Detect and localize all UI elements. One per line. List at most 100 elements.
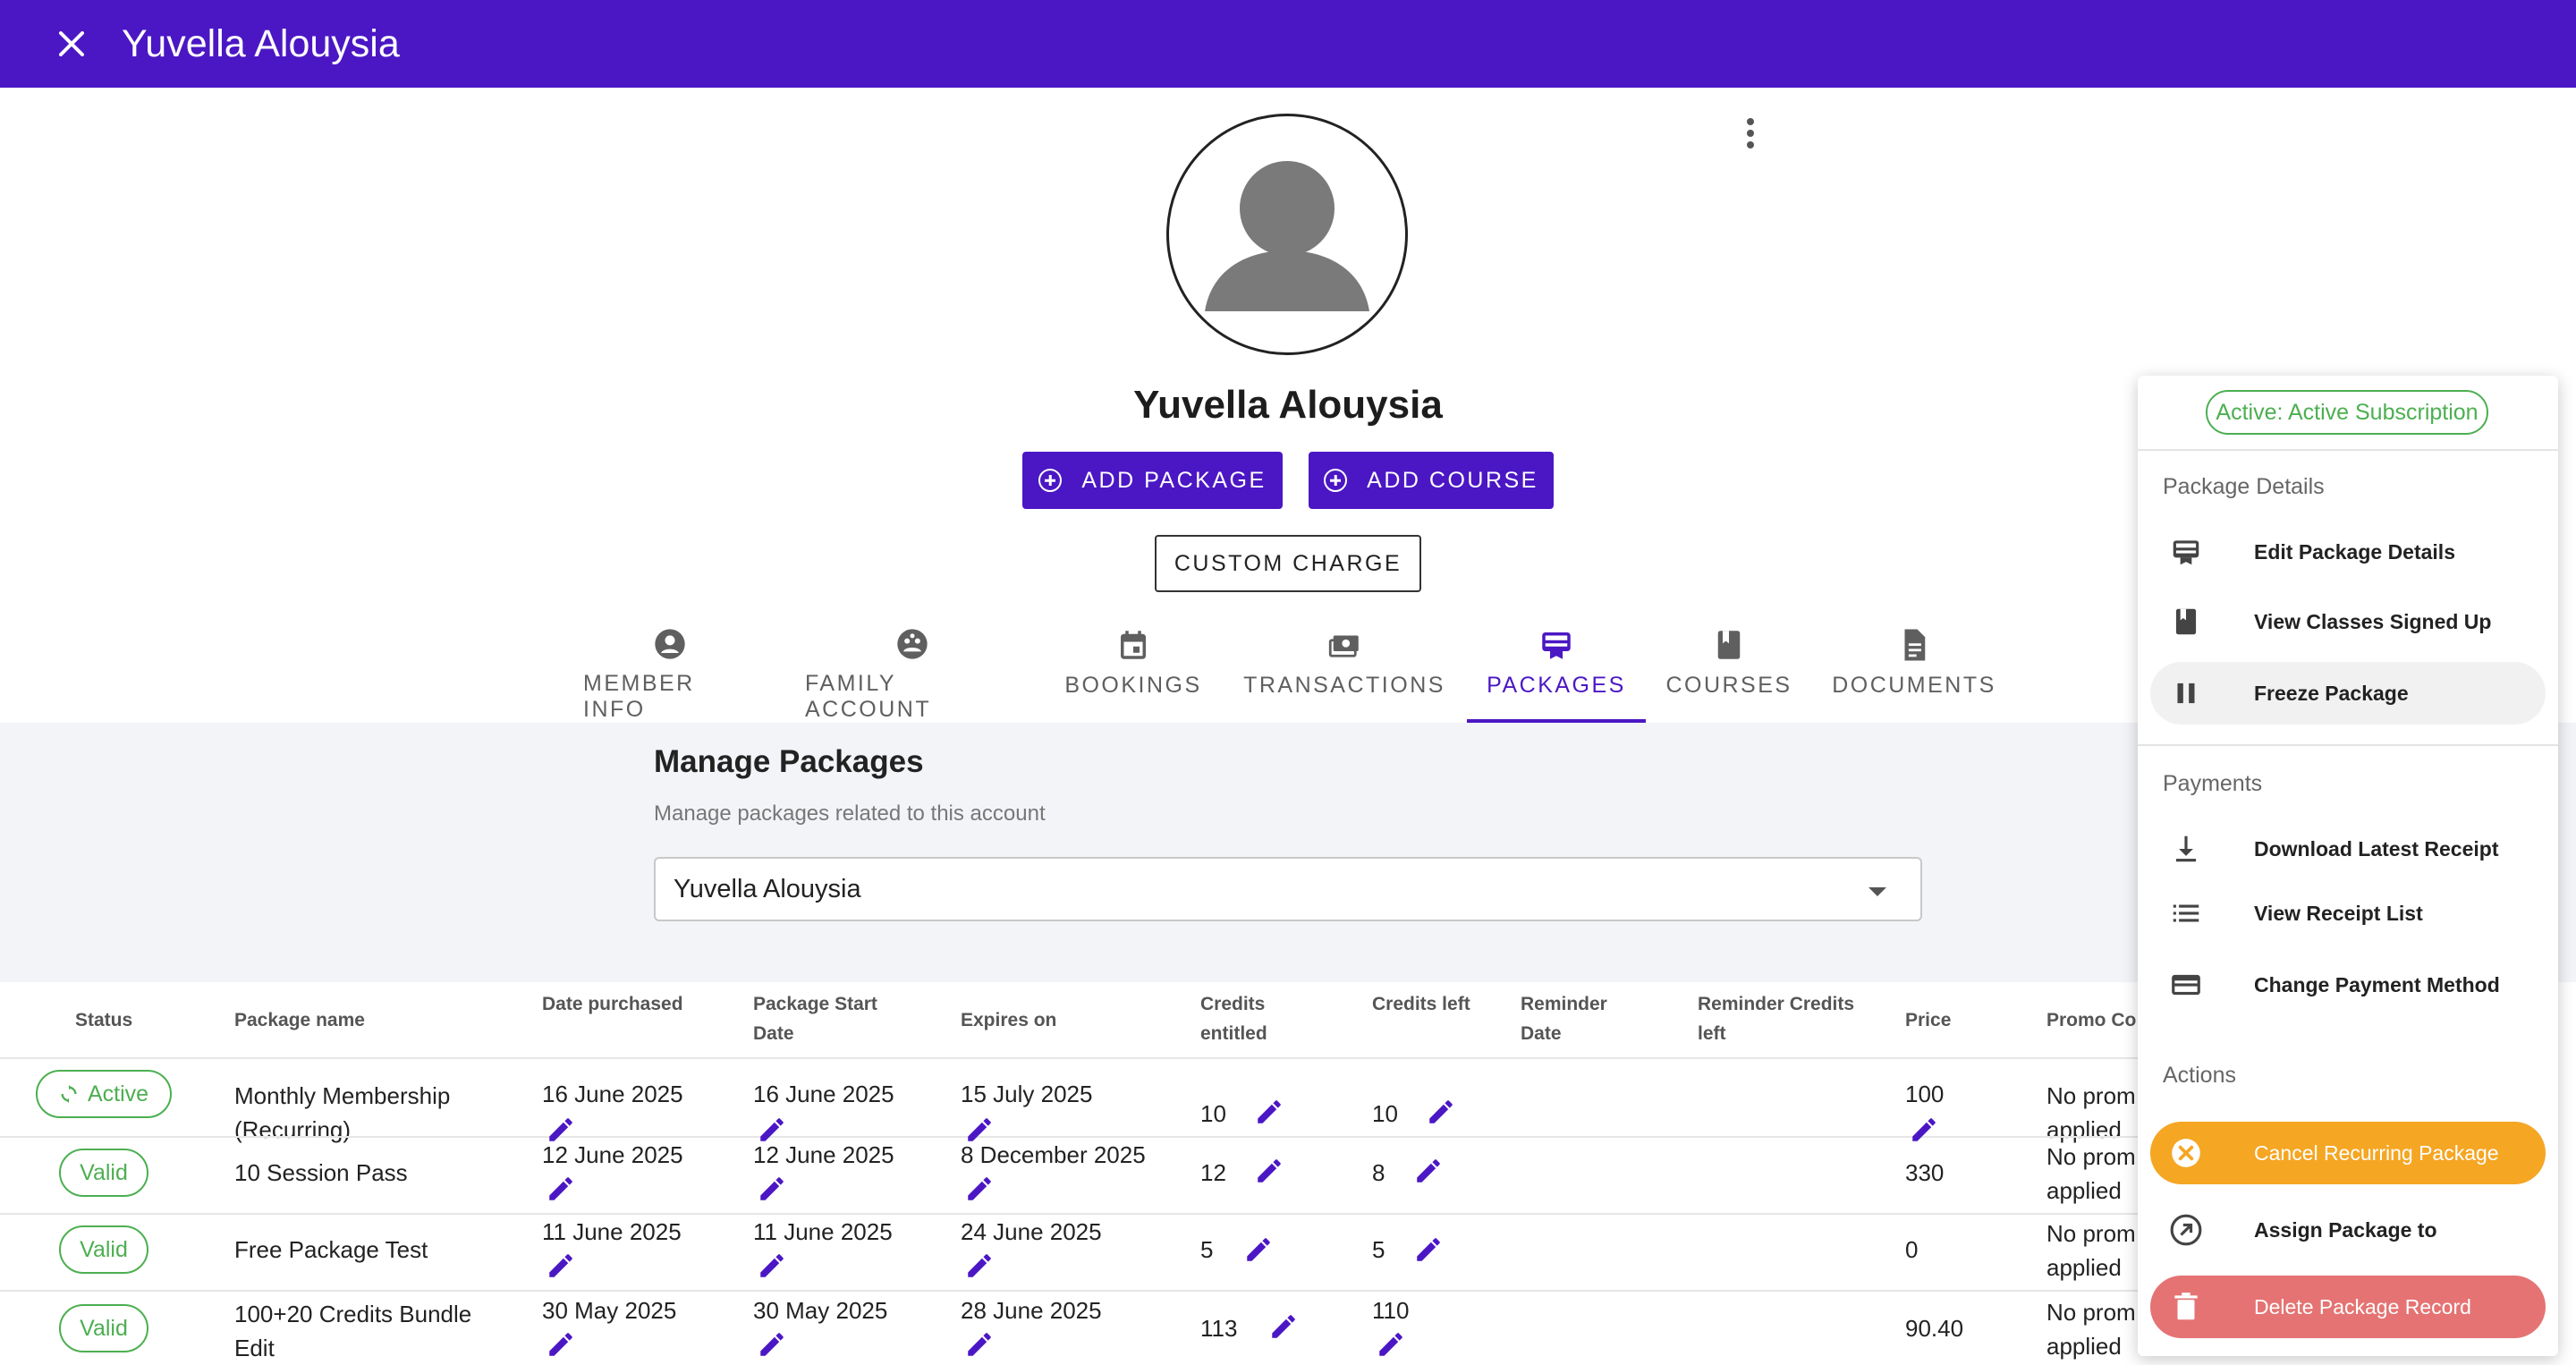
download-receipt-item[interactable]: Download Latest Receipt <box>2150 818 2546 880</box>
package-name-line2: Edit <box>234 1335 275 1361</box>
edit-pencil-icon[interactable] <box>964 1174 995 1204</box>
view-classes-item[interactable]: View Classes Signed Up <box>2150 590 2546 653</box>
date-purchased: 11 June 2025 <box>542 1218 682 1245</box>
tab-packages[interactable]: PACKAGES <box>1467 617 1646 723</box>
edit-pencil-icon[interactable] <box>546 1329 576 1360</box>
view-receipt-list-item[interactable]: View Receipt List <box>2150 882 2546 945</box>
credits-left: 110 <box>1372 1297 1410 1324</box>
subscription-status-badge: Active: Active Subscription <box>2206 390 2488 435</box>
status-badge: Valid <box>59 1304 148 1352</box>
column-header[interactable]: Date purchased <box>542 989 703 1019</box>
package-name: Free Package Test <box>234 1236 428 1263</box>
divider <box>0 1057 2147 1059</box>
member-select[interactable]: Yuvella Alouysia <box>654 857 1922 921</box>
add-course-button[interactable]: ADD COURSE <box>1309 452 1554 509</box>
column-header[interactable]: Package name <box>234 1005 365 1035</box>
package-name: 10 Session Pass <box>234 1159 408 1186</box>
edit-pencil-icon[interactable] <box>1426 1097 1456 1127</box>
credits-left: 5 <box>1372 1236 1385 1263</box>
edit-pencil-icon[interactable] <box>1413 1234 1444 1265</box>
card-icon <box>2173 540 2199 565</box>
column-header[interactable]: Price <box>1905 1005 1951 1035</box>
document-icon <box>1904 629 1926 661</box>
pause-icon <box>2177 682 2195 704</box>
edit-pencil-icon[interactable] <box>757 1251 787 1281</box>
edit-pencil-icon[interactable] <box>546 1251 576 1281</box>
close-icon[interactable] <box>54 26 89 62</box>
edit-pencil-icon[interactable] <box>757 1174 787 1204</box>
family-icon <box>897 629 928 659</box>
tab-documents[interactable]: DOCUMENTS <box>1832 617 1995 723</box>
custom-charge-button[interactable]: CUSTOM CHARGE <box>1155 535 1421 592</box>
price: 0 <box>1905 1236 1919 1263</box>
delete-package-record-button[interactable]: Delete Package Record <box>2150 1276 2546 1338</box>
status-badge: Valid <box>59 1149 148 1197</box>
freeze-package-item[interactable]: Freeze Package <box>2150 662 2546 725</box>
credits-entitled: 5 <box>1200 1236 1214 1263</box>
tab-transactions[interactable]: TRANSACTIONS <box>1243 617 1443 723</box>
highlight-box <box>2139 940 2557 1039</box>
credits-left: 8 <box>1372 1159 1385 1186</box>
tab-bookings[interactable]: BOOKINGS <box>1064 617 1199 723</box>
tab-family-account[interactable]: FAMILY ACCOUNT <box>805 617 1020 723</box>
edit-pencil-icon[interactable] <box>1243 1234 1274 1265</box>
assign-package-item[interactable]: Assign Package to <box>2150 1199 2546 1261</box>
divider <box>2138 744 2558 746</box>
download-icon <box>2175 835 2197 862</box>
cancel-icon <box>2172 1139 2200 1167</box>
edit-pencil-icon[interactable] <box>1268 1311 1299 1342</box>
edit-pencil-icon[interactable] <box>1254 1097 1284 1127</box>
date-purchased: 16 June 2025 <box>542 1081 683 1107</box>
tab-courses[interactable]: COURSES <box>1665 617 1790 723</box>
more-options-icon[interactable] <box>1740 118 1761 150</box>
edit-package-details-item[interactable]: Edit Package Details <box>2150 521 2546 583</box>
edit-pencil-icon[interactable] <box>964 1251 995 1281</box>
tab-member-info[interactable]: MEMBER INFO <box>583 617 757 723</box>
chevron-down-icon <box>1868 887 1886 896</box>
payments-icon <box>1328 635 1359 657</box>
edit-pencil-icon[interactable] <box>546 1174 576 1204</box>
start-date: 11 June 2025 <box>753 1218 893 1245</box>
edit-pencil-icon[interactable] <box>964 1115 995 1145</box>
column-header[interactable]: Credits entitled <box>1200 989 1290 1048</box>
account-circle-icon <box>655 629 685 659</box>
price: 330 <box>1905 1159 1945 1186</box>
edit-pencil-icon[interactable] <box>546 1115 576 1145</box>
top-bar: Yuvella Alouysia <box>0 0 2576 88</box>
column-header[interactable]: Reminder Date <box>1521 989 1619 1048</box>
column-header[interactable]: Credits left <box>1372 989 1470 1019</box>
section-label: Payments <box>2163 771 2263 796</box>
add-circle-icon <box>1324 469 1348 492</box>
column-header[interactable]: Expires on <box>961 1005 1056 1035</box>
section-label: Package Details <box>2163 474 2325 499</box>
price: 90.40 <box>1905 1315 1964 1342</box>
column-header[interactable]: Package Start Date <box>753 989 905 1048</box>
expires-on: 28 June 2025 <box>961 1297 1102 1324</box>
edit-pencil-icon[interactable] <box>1254 1156 1284 1186</box>
sync-icon <box>61 1084 77 1104</box>
add-package-button[interactable]: ADD PACKAGE <box>1022 452 1283 509</box>
edit-pencil-icon[interactable] <box>1376 1329 1406 1360</box>
edit-pencil-icon[interactable] <box>1909 1115 1939 1145</box>
credits-entitled: 12 <box>1200 1159 1226 1186</box>
column-header[interactable]: Reminder Credits left <box>1698 989 1868 1048</box>
package-name-line2: (Recurring) <box>234 1116 352 1143</box>
divider <box>0 1290 2147 1292</box>
promo-code-line2: applied <box>2046 1177 2122 1204</box>
cancel-recurring-button[interactable]: Cancel Recurring Package <box>2150 1122 2546 1184</box>
add-circle-icon <box>1038 469 1063 492</box>
column-header[interactable]: Promo Co <box>2046 1005 2136 1035</box>
promo-code: No prom <box>2046 1220 2136 1247</box>
promo-code: No prom <box>2046 1082 2136 1109</box>
trash-icon <box>2174 1293 2198 1320</box>
promo-code-line2: applied <box>2046 1254 2122 1281</box>
package-actions-menu: Active: Active Subscription Package Deta… <box>2138 376 2558 1356</box>
date-purchased: 30 May 2025 <box>542 1297 677 1324</box>
edit-pencil-icon[interactable] <box>1413 1156 1444 1186</box>
edit-pencil-icon[interactable] <box>757 1115 787 1145</box>
edit-pencil-icon[interactable] <box>964 1329 995 1360</box>
column-header[interactable]: Status <box>75 1005 132 1035</box>
manage-packages-title: Manage Packages <box>654 744 924 779</box>
edit-pencil-icon[interactable] <box>757 1329 787 1360</box>
status-badge: Active <box>36 1070 172 1118</box>
